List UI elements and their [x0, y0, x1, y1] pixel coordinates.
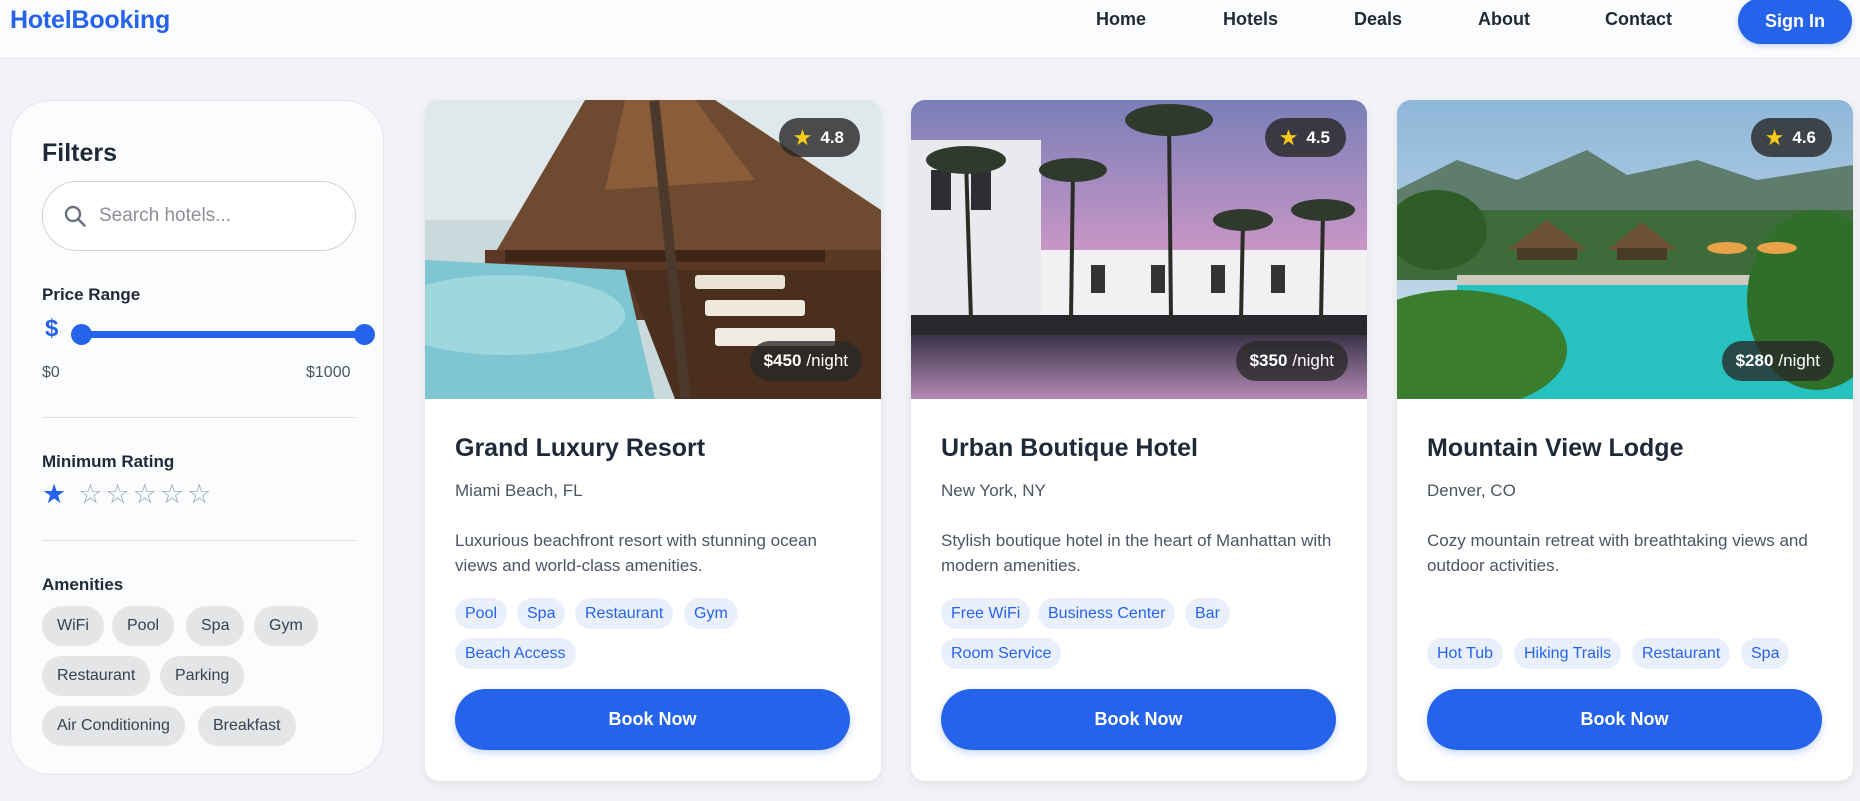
- hotel-location: Denver, CO: [1427, 481, 1516, 500]
- amenity-chip-spa[interactable]: Spa: [186, 606, 245, 646]
- nav-home[interactable]: Home: [1096, 9, 1146, 30]
- filters-panel: Filters Price Range $ $0 $1000 Minimum R…: [10, 100, 384, 775]
- amenity-tag: Restaurant: [1632, 638, 1731, 669]
- rating-badge: ★ 4.5: [1264, 118, 1346, 157]
- amenity-tag: Room Service: [941, 638, 1062, 669]
- rating-star-6-icon[interactable]: ☆: [187, 479, 211, 509]
- rating-star-3-icon[interactable]: ☆: [105, 479, 129, 509]
- amenity-chip-parking[interactable]: Parking: [160, 656, 245, 696]
- amenity-tag: Hiking Trails: [1514, 638, 1622, 669]
- book-now-button[interactable]: Book Now: [1427, 689, 1822, 750]
- price-value: $350: [1249, 351, 1288, 370]
- amenity-chip-restaurant[interactable]: Restaurant: [42, 656, 151, 696]
- price-value: $450: [763, 351, 802, 370]
- sign-in-button[interactable]: Sign In: [1738, 0, 1852, 44]
- nav-about[interactable]: About: [1478, 9, 1530, 30]
- divider: [42, 417, 356, 418]
- amenity-tag: Spa: [517, 598, 566, 629]
- search-box[interactable]: [42, 181, 356, 251]
- hotel-card: ★ 4.6 $280 /night Mountain View Lodge De…: [1397, 100, 1853, 781]
- filters-title: Filters: [42, 139, 118, 167]
- amenity-chip-breakfast[interactable]: Breakfast: [198, 706, 296, 746]
- hotel-description: Luxurious beachfront resort with stunnin…: [455, 531, 817, 575]
- price-badge: $280 /night: [1721, 341, 1834, 381]
- rating-star-5-icon[interactable]: ☆: [160, 479, 184, 509]
- hotel-card: ★ 4.8 $450 /night Grand Luxury Resort Mi…: [425, 100, 881, 781]
- rating-badge: ★ 4.6: [1750, 118, 1832, 157]
- amenity-chip-gym[interactable]: Gym: [254, 606, 318, 646]
- amenity-tag: Beach Access: [455, 638, 576, 669]
- price-max-handle[interactable]: [354, 324, 375, 345]
- min-rating-label: Minimum Rating: [42, 452, 175, 471]
- star-icon: ★: [792, 124, 813, 150]
- price-unit: /night: [806, 351, 848, 370]
- amenity-tag: Gym: [684, 598, 738, 629]
- rating-selector: ★ ☆ ☆ ☆ ☆ ☆: [42, 479, 214, 509]
- nav-deals[interactable]: Deals: [1354, 9, 1402, 30]
- book-now-button[interactable]: Book Now: [941, 689, 1336, 750]
- price-unit: /night: [1292, 351, 1334, 370]
- rating-star-2-icon[interactable]: ☆: [78, 479, 102, 509]
- amenity-tag: Hot Tub: [1427, 638, 1504, 669]
- hotel-name: Mountain View Lodge: [1427, 434, 1684, 462]
- price-badge: $450 /night: [749, 341, 862, 381]
- amenity-chip-wifi[interactable]: WiFi: [42, 606, 104, 646]
- price-max-value: $1000: [306, 364, 351, 381]
- hotel-location: Miami Beach, FL: [455, 481, 583, 500]
- dollar-icon: $: [45, 315, 59, 342]
- amenity-tag: Pool: [455, 598, 508, 629]
- rating-badge: ★ 4.8: [778, 118, 860, 157]
- hotel-name: Urban Boutique Hotel: [941, 434, 1198, 462]
- price-value: $280: [1735, 351, 1774, 370]
- star-icon: ★: [1278, 124, 1299, 150]
- amenities-label: Amenities: [42, 575, 124, 594]
- rating-value: 4.6: [1792, 127, 1816, 147]
- price-unit: /night: [1778, 351, 1820, 370]
- price-badge: $350 /night: [1235, 341, 1348, 381]
- amenity-tag: Bar: [1185, 598, 1230, 629]
- search-icon: [64, 205, 86, 227]
- amenity-chip-air-conditioning[interactable]: Air Conditioning: [42, 706, 185, 746]
- rating-value: 4.5: [1306, 127, 1330, 147]
- price-range-slider[interactable]: [81, 331, 364, 338]
- divider: [42, 540, 356, 541]
- nav-contact[interactable]: Contact: [1605, 9, 1672, 30]
- amenity-tag: Spa: [1741, 638, 1790, 669]
- search-input[interactable]: [99, 196, 339, 236]
- hotel-name: Grand Luxury Resort: [455, 434, 706, 462]
- hotel-location: New York, NY: [941, 481, 1046, 500]
- amenity-tag: Business Center: [1038, 598, 1176, 629]
- price-min-value: $0: [42, 364, 60, 381]
- hotel-description: Cozy mountain retreat with breathtaking …: [1427, 531, 1808, 575]
- price-range-label: Price Range: [42, 285, 141, 304]
- price-min-handle[interactable]: [71, 324, 92, 345]
- rating-star-1-icon[interactable]: ★: [42, 479, 66, 509]
- nav-hotels[interactable]: Hotels: [1223, 9, 1278, 30]
- brand-logo[interactable]: HotelBooking: [10, 6, 170, 35]
- book-now-button[interactable]: Book Now: [455, 689, 850, 750]
- hotel-card: ★ 4.5 $350 /night Urban Boutique Hotel N…: [911, 100, 1367, 781]
- amenity-tag: Free WiFi: [941, 598, 1031, 629]
- hotel-description: Stylish boutique hotel in the heart of M…: [941, 531, 1332, 575]
- star-icon: ★: [1764, 124, 1785, 150]
- top-nav-bar: HotelBooking Home Hotels Deals About Con…: [0, 0, 1860, 59]
- rating-value: 4.8: [820, 127, 844, 147]
- amenity-tag: Restaurant: [575, 598, 674, 629]
- rating-star-4-icon[interactable]: ☆: [133, 479, 157, 509]
- amenity-chip-pool[interactable]: Pool: [112, 606, 175, 646]
